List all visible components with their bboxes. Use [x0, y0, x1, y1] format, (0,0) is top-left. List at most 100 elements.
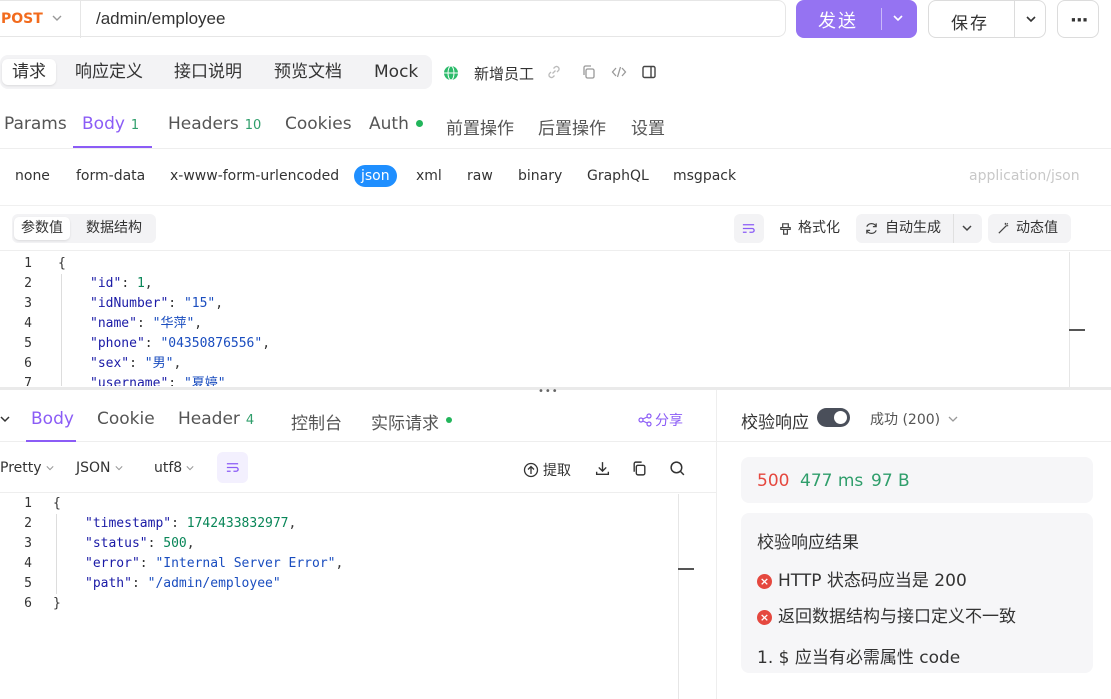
body-type-urlencoded[interactable]: x-www-form-urlencoded	[170, 168, 339, 184]
verify-header: 校验响应 成功 (200)	[717, 390, 1111, 442]
tab-response-cookie[interactable]: Cookie	[97, 409, 155, 429]
seg-data-schema[interactable]: 数据结构	[79, 217, 149, 240]
tab-body[interactable]: Body 1	[82, 114, 139, 134]
body-type-raw[interactable]: raw	[467, 168, 493, 184]
response-scrollbar[interactable]	[678, 494, 679, 699]
share-icon	[638, 413, 652, 427]
encoding-label: utf8	[154, 460, 183, 476]
tab-auth[interactable]: Auth	[369, 114, 423, 134]
tab-console[interactable]: 控制台	[291, 409, 342, 434]
view-mode-select[interactable]: Pretty	[0, 460, 54, 476]
code-token: "path"	[85, 576, 132, 591]
send-button[interactable]: 发送	[796, 0, 917, 38]
panel-icon[interactable]	[641, 64, 657, 80]
body-type-msgpack[interactable]: msgpack	[673, 168, 736, 184]
share-button[interactable]: 分享	[638, 410, 683, 430]
tab-preview-doc[interactable]: 预览文档	[264, 59, 352, 85]
tab-response-definition[interactable]: 响应定义	[65, 59, 153, 85]
body-type-form-data[interactable]: form-data	[76, 168, 145, 184]
tab-api-description[interactable]: 接口说明	[164, 59, 252, 85]
line-number: 3	[24, 536, 32, 551]
dynamic-value-button[interactable]: 动态值	[988, 214, 1071, 243]
chevron-down-icon	[948, 416, 958, 422]
search-icon[interactable]	[669, 460, 686, 477]
actual-request-dot	[446, 417, 452, 423]
url-input[interactable]: /admin/employee	[96, 9, 225, 29]
code-text: "phone": "04350876556",	[90, 334, 270, 354]
tab-pre-operations[interactable]: 前置操作	[446, 114, 514, 139]
download-icon[interactable]	[594, 460, 611, 477]
encoding-select[interactable]: utf8	[154, 460, 194, 476]
wrap-button[interactable]	[217, 452, 248, 483]
copy-icon[interactable]	[631, 460, 648, 477]
code-token: :	[139, 556, 156, 571]
request-bar: POST /admin/employee 发送 保存 ···	[0, 0, 1111, 40]
code-token: ,	[335, 556, 344, 571]
request-body-editor[interactable]: 1 {2 "id": 1, 3 "idNumber": "15", 4 "name": "华…	[0, 252, 1111, 386]
tab-response-body[interactable]: Body	[31, 409, 74, 429]
tab-mock[interactable]: Mock	[364, 59, 428, 85]
tab-actual-request[interactable]: 实际请求	[371, 409, 452, 434]
body-type-binary[interactable]: binary	[518, 168, 562, 184]
body-type-graphql[interactable]: GraphQL	[587, 168, 649, 184]
format-select[interactable]: JSON	[76, 460, 123, 476]
response-body-viewer[interactable]: 1 {2 "timestamp": 1742433832977, 3 "status":…	[0, 494, 716, 694]
code-token: "idNumber"	[90, 296, 169, 311]
format-button[interactable]: 格式化	[774, 214, 850, 243]
tab-actual-request-label: 实际请求	[371, 414, 439, 434]
link-icon[interactable]	[546, 64, 562, 80]
more-button[interactable]: ···	[1057, 0, 1099, 38]
method-select[interactable]: POST	[1, 11, 43, 27]
chevron-down-icon[interactable]	[0, 414, 10, 424]
chevron-down-icon[interactable]	[961, 222, 973, 234]
tab-headers-label: Headers	[168, 114, 239, 134]
view-mode-label: Pretty	[0, 460, 42, 476]
code-icon[interactable]	[611, 64, 627, 80]
line-number: 1	[24, 256, 32, 271]
code-token: :	[168, 296, 184, 311]
code-token: ,	[288, 516, 297, 531]
save-button[interactable]: 保存	[928, 0, 1046, 38]
auto-generate-divider	[953, 214, 954, 243]
code-text: }	[53, 594, 61, 614]
extract-button[interactable]: 提取	[523, 460, 571, 480]
verify-toggle[interactable]	[817, 408, 850, 427]
auto-generate-label: 自动生成	[885, 220, 941, 236]
code-token: "15"	[183, 296, 216, 311]
code-token: "timestamp"	[85, 516, 172, 531]
tab-request[interactable]: 请求	[2, 59, 56, 85]
chevron-down-icon	[114, 466, 123, 471]
wrap-lines-icon	[742, 224, 755, 233]
api-name[interactable]: 新增员工	[474, 63, 534, 84]
code-text: "path": "/admin/employee"	[85, 574, 281, 594]
body-type-xml[interactable]: xml	[416, 168, 442, 184]
wrap-lines-icon	[226, 463, 239, 472]
copy-icon[interactable]	[581, 64, 597, 80]
chevron-down-icon[interactable]	[1025, 13, 1037, 25]
chevron-down-icon[interactable]	[52, 13, 62, 23]
body-type-none[interactable]: none	[15, 168, 50, 184]
tab-post-operations[interactable]: 后置操作	[538, 114, 606, 139]
code-token: :	[136, 316, 153, 331]
wrap-button[interactable]	[734, 214, 764, 243]
tab-params[interactable]: Params	[4, 114, 67, 134]
code-token: :	[131, 576, 148, 591]
format-label: 格式化	[798, 220, 840, 236]
code-token: 1742433832977	[186, 516, 289, 531]
body-type-json[interactable]: json	[354, 165, 397, 187]
chevron-down-icon[interactable]	[892, 12, 904, 24]
chevron-down-icon	[186, 466, 194, 471]
editor-scrollbar[interactable]	[1069, 252, 1070, 387]
globe-icon	[444, 65, 458, 81]
tab-headers[interactable]: Headers 10	[168, 114, 261, 134]
tab-response-header[interactable]: Header 4	[178, 409, 254, 429]
tab-settings[interactable]: 设置	[631, 114, 665, 139]
code-text: "status": 500,	[85, 534, 195, 554]
auto-generate-button[interactable]: 自动生成	[856, 214, 982, 243]
tab-cookies[interactable]: Cookies	[285, 114, 352, 134]
verify-status-select[interactable]: 成功 (200)	[870, 409, 958, 429]
line-number: 6	[24, 356, 32, 371]
seg-param-values[interactable]: 参数值	[14, 217, 70, 240]
code-token: "华萍"	[152, 316, 195, 331]
code-token: ,	[262, 336, 271, 351]
